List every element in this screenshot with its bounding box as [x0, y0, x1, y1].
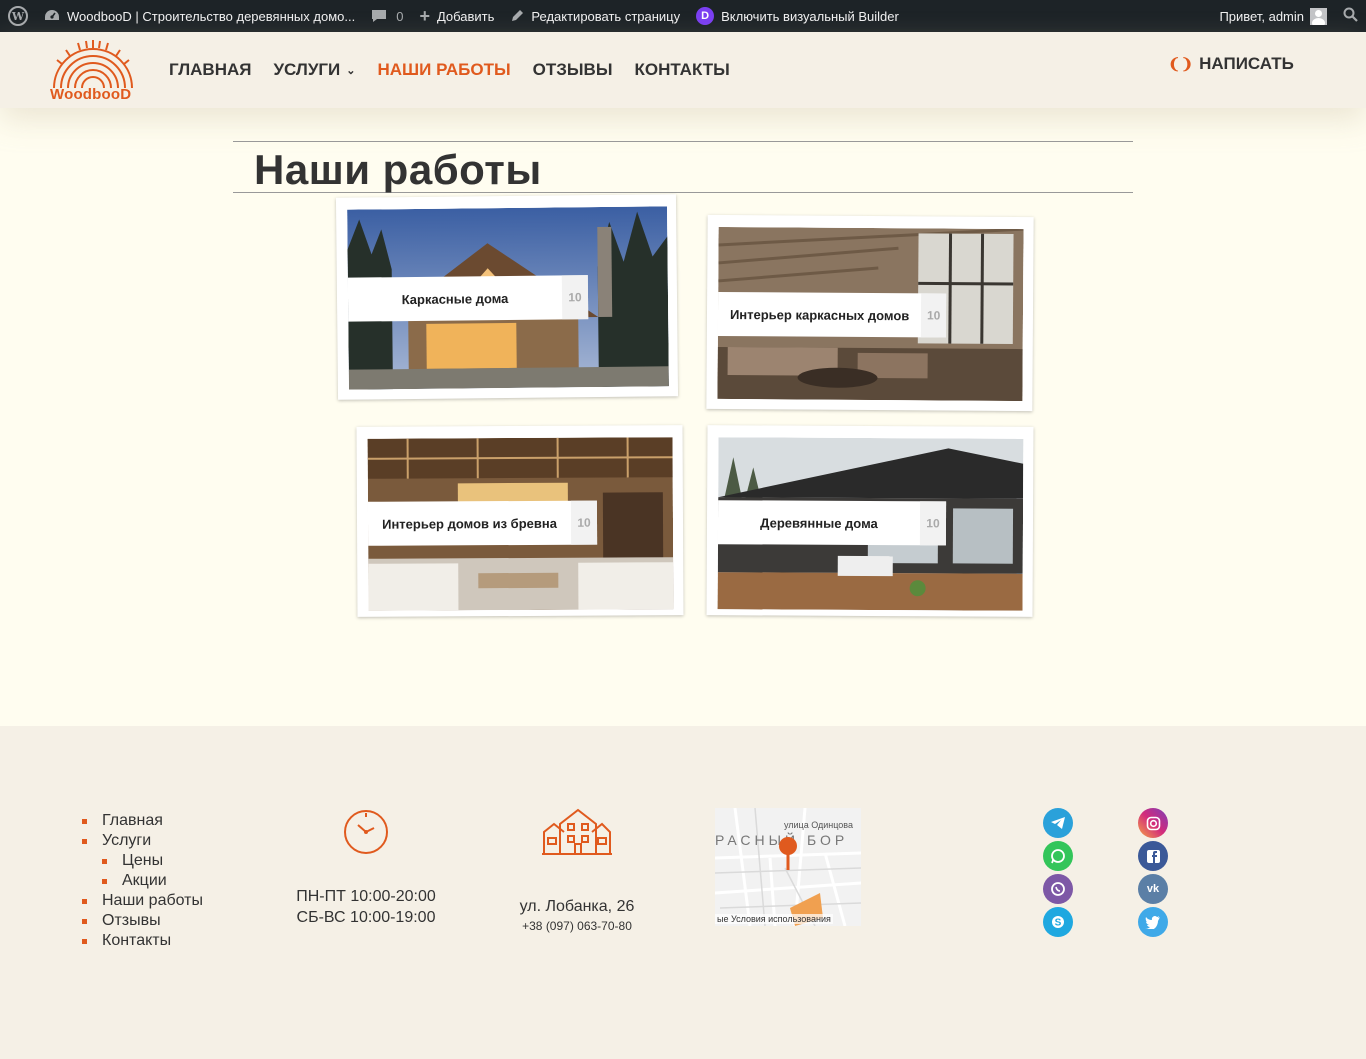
dashboard-icon [44, 9, 60, 23]
gallery-label: Интерьер домов из бревна 10 [367, 500, 598, 546]
footer-menu-item[interactable]: Услуги [82, 831, 203, 851]
site-logo[interactable]: WoodbooD [48, 36, 138, 103]
map-street-label: улица Одинцова [783, 820, 853, 830]
twitter-icon[interactable] [1138, 907, 1168, 937]
greeting: Привет, admin [1219, 8, 1304, 24]
map-terms-link[interactable]: ые Условия использования [715, 914, 833, 924]
footer-menu-item[interactable]: Контакты [82, 931, 203, 951]
clock-icon [344, 810, 388, 854]
gallery-card[interactable]: Каркасные дома 10 [335, 194, 679, 400]
map-embed[interactable]: улица Одинцова РАСНЫЙ БОР ые Условия исп… [715, 808, 861, 926]
gallery-label: Каркасные дома 10 [347, 275, 589, 322]
pencil-icon: ❨❩ [1168, 56, 1194, 73]
gallery-title: Каркасные дома [401, 290, 509, 307]
nav-reviews-label: ОТЗЫВЫ [532, 60, 613, 79]
footer-submenu-item[interactable]: Акции [82, 871, 203, 891]
search-icon [1343, 7, 1358, 25]
divi-icon: D [696, 7, 715, 25]
nav-our-works[interactable]: НАШИ РАБОТЫ [366, 60, 521, 80]
vk-icon[interactable]: vk [1138, 874, 1168, 904]
my-account-link[interactable]: Привет, admin [1211, 0, 1335, 32]
gallery-card[interactable]: Интерьер домов из бревна 10 [356, 425, 684, 617]
footer-menu-label: Главная [102, 812, 163, 829]
gallery-card[interactable]: Интерьер каркасных домов 10 [706, 214, 1034, 412]
footer-menu-label: Контакты [102, 932, 172, 949]
map-pin-icon [779, 837, 797, 870]
footer-menu-label: Наши работы [102, 892, 204, 909]
gallery-label: Интерьер каркасных домов 10 [717, 291, 947, 338]
gallery-title: Интерьер каркасных домов [729, 306, 910, 323]
instagram-icon[interactable] [1138, 808, 1168, 838]
footer-menu-item[interactable]: Отзывы [82, 911, 203, 931]
wordpress-icon: W [8, 6, 28, 26]
nav-reviews[interactable]: ОТЗЫВЫ [522, 60, 624, 80]
footer-menu-label: Отзывы [102, 912, 161, 929]
page-title-area: Наши работы [233, 141, 1133, 193]
working-hours: ПН-ПТ 10:00-20:00 СБ-ВС 10:00-19:00 [270, 804, 462, 928]
skype-icon[interactable]: S [1043, 907, 1073, 937]
vk-glyph: vk [1146, 883, 1160, 895]
main-nav: ГЛАВНАЯ УСЛУГИ ⌄ НАШИ РАБОТЫ ОТЗЫВЫ КОНТА… [158, 32, 741, 108]
footer-submenu-item[interactable]: Цены [82, 851, 203, 871]
facebook-icon[interactable] [1138, 841, 1168, 871]
viber-icon[interactable] [1043, 874, 1073, 904]
address-block: ул. Лобанка, 26 +38 (097) 063-70-80 [497, 804, 657, 935]
house-icon [542, 808, 612, 855]
admin-bar: W WoodbooD | Строительство деревянных до… [0, 0, 1366, 32]
adminbar-search[interactable] [1335, 0, 1366, 32]
site-footer: Главная Услуги Цены Акции Наши работы От… [0, 726, 1366, 1059]
avatar [1310, 7, 1327, 25]
write-button[interactable]: ❨❩ НАПИСАТЬ [1168, 54, 1294, 74]
page-title: Наши работы [254, 146, 542, 193]
nav-contacts-label: КОНТАКТЫ [634, 60, 730, 79]
footer-menu-label: Акции [122, 872, 167, 889]
nav-our-works-label: НАШИ РАБОТЫ [377, 60, 511, 79]
footer-menu-label: Цены [122, 852, 164, 869]
hours-weekend: СБ-ВС 10:00-19:00 [296, 909, 436, 926]
pencil-icon [510, 9, 524, 23]
gallery-label: Деревянные дома 10 [717, 500, 947, 546]
nav-services[interactable]: УСЛУГИ ⌄ [262, 60, 366, 80]
site-name-link[interactable]: WoodbooD | Строительство деревянных домо… [36, 0, 363, 32]
nav-services-label: УСЛУГИ [273, 60, 341, 79]
gallery-title: Интерьер домов из бревна [382, 515, 557, 532]
add-new-label: Добавить [436, 8, 495, 24]
wood-rings-icon [53, 40, 133, 89]
footer-menu: Главная Услуги Цены Акции Наши работы От… [82, 811, 203, 951]
footer-menu-item[interactable]: Наши работы [82, 891, 203, 911]
comment-icon [371, 9, 387, 23]
footer-menu-item[interactable]: Главная [82, 811, 203, 831]
chevron-down-icon: ⌄ [346, 64, 356, 77]
edit-page-link[interactable]: Редактировать страницу [502, 0, 688, 32]
telegram-icon[interactable] [1043, 808, 1073, 838]
svg-text:S: S [1055, 918, 1062, 929]
photo-count: 10 [561, 275, 589, 320]
photo-count: 10 [921, 293, 947, 338]
nav-home[interactable]: ГЛАВНАЯ [158, 60, 262, 80]
gallery-card[interactable]: Деревянные дома 10 [706, 425, 1034, 617]
comments-link[interactable]: 0 [363, 0, 411, 32]
nav-home-label: ГЛАВНАЯ [169, 60, 252, 79]
photo-count: 10 [919, 501, 947, 546]
logo-text: WoodbooD [50, 86, 132, 103]
site-header: WoodbooD ГЛАВНАЯ УСЛУГИ ⌄ НАШИ РАБОТЫ ОТЗ… [0, 32, 1366, 108]
whatsapp-icon[interactable] [1043, 841, 1073, 871]
visual-builder-label: Включить визуальный Builder [721, 8, 899, 24]
add-new-link[interactable]: + Добавить [411, 0, 502, 32]
phone-number[interactable]: +38 (097) 063-70-80 [497, 917, 657, 935]
street-address: ул. Лобанка, 26 [519, 898, 635, 915]
photo-count: 10 [570, 500, 598, 545]
hours-weekdays: ПН-ПТ 10:00-20:00 [296, 888, 436, 905]
site-name: WoodbooD | Строительство деревянных домо… [67, 8, 356, 24]
wp-menu[interactable]: W [0, 0, 36, 32]
plus-icon: + [419, 5, 430, 26]
write-label: НАПИСАТЬ [1199, 54, 1294, 73]
nav-contacts[interactable]: КОНТАКТЫ [623, 60, 740, 80]
visual-builder-link[interactable]: D Включить визуальный Builder [688, 0, 907, 32]
footer-menu-label: Услуги [102, 832, 152, 849]
comments-count: 0 [396, 8, 404, 24]
edit-page-label: Редактировать страницу [531, 8, 681, 24]
gallery-title: Деревянные дома [760, 514, 878, 531]
